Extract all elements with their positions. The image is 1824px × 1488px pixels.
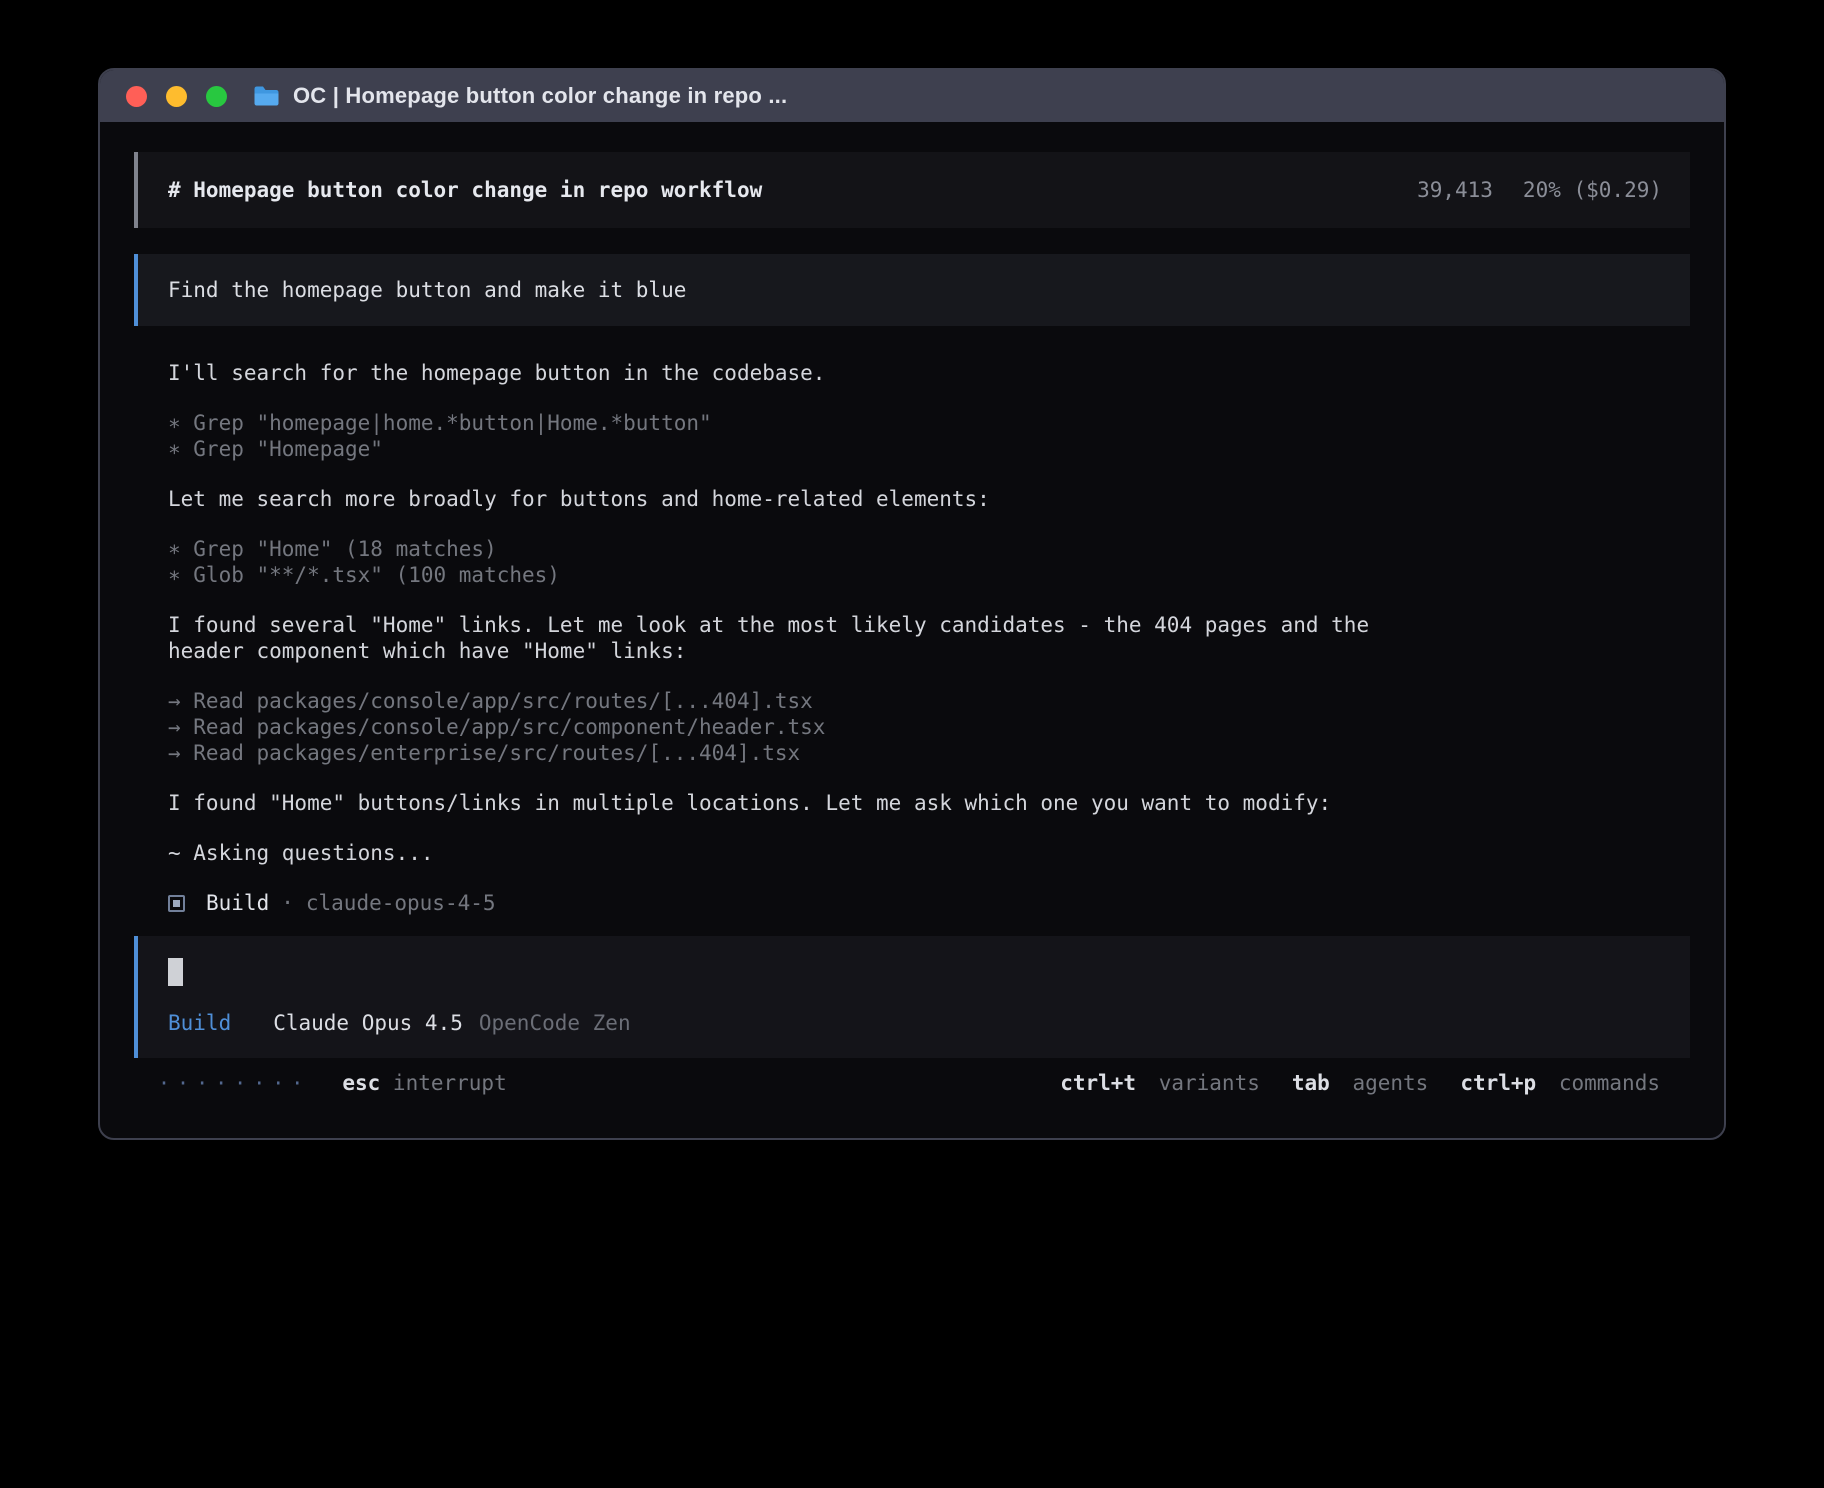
shortcut-commands: ctrl+p commands [1460,1070,1660,1096]
user-message: Find the homepage button and make it blu… [134,254,1690,326]
window-title: OC | Homepage button color change in rep… [293,83,787,109]
assistant-text-found-2: I found "Home" buttons/links in multiple… [168,790,1448,816]
agent-separator: · [281,890,294,916]
tool-call-grep-2: ∗ Grep "Homepage" [168,436,1690,462]
zoom-button[interactable] [206,86,227,107]
terminal-window: OC | Homepage button color change in rep… [98,68,1726,1140]
progress-dots: ········ [158,1070,310,1096]
session-title: # Homepage button color change in repo w… [168,177,762,203]
agents-label: agents [1352,1071,1428,1095]
model-name[interactable]: Claude Opus 4.5 [273,1010,463,1036]
input-area[interactable]: Build Claude Opus 4.5 OpenCode Zen [134,936,1690,1058]
status-bar: ········ esc interrupt ctrl+t variants t… [134,1070,1690,1096]
tool-call-read-2: → Read packages/console/app/src/componen… [168,714,1690,740]
tool-call-glob-1: ∗ Glob "**/*.tsx" (100 matches) [168,562,1690,588]
assistant-text-broad: Let me search more broadly for buttons a… [168,486,1448,512]
titlebar: OC | Homepage button color change in rep… [100,70,1724,122]
agent-model: claude-opus-4-5 [306,890,496,916]
context-usage: 20% ($0.29) [1523,177,1662,203]
esc-shortcut: esc interrupt [342,1070,506,1096]
commands-key: ctrl+p [1460,1071,1536,1095]
shortcut-agents: tab agents [1292,1070,1428,1096]
esc-key: esc [342,1071,380,1095]
assistant-text-found-1: I found several "Home" links. Let me loo… [168,612,1448,664]
mode-badge[interactable]: Build [168,1010,231,1036]
input-cursor[interactable] [168,958,183,986]
provider-name: OpenCode Zen [479,1010,631,1036]
session-stats: 39,413 20% ($0.29) [1417,177,1662,203]
terminal-content: # Homepage button color change in repo w… [100,122,1724,1096]
agents-key: tab [1292,1071,1330,1095]
assistant-text-intro: I'll search for the homepage button in t… [168,360,1448,386]
close-button[interactable] [126,86,147,107]
agent-status-row: Build · claude-opus-4-5 [168,890,1690,916]
agent-name: Build [206,890,269,916]
shortcut-variants: ctrl+t variants [1060,1070,1260,1096]
statusbar-left: ········ esc interrupt [158,1070,507,1096]
token-count: 39,413 [1417,177,1493,203]
variants-label: variants [1159,1071,1260,1095]
minimize-button[interactable] [166,86,187,107]
traffic-lights [126,86,227,107]
desktop: { "window": { "title": "OC | Homepage bu… [0,0,1824,1488]
commands-label: commands [1559,1071,1660,1095]
session-header: # Homepage button color change in repo w… [134,152,1690,228]
conversation: I'll search for the homepage button in t… [168,360,1690,916]
agent-build-icon [168,895,185,912]
tool-call-read-3: → Read packages/enterprise/src/routes/[.… [168,740,1690,766]
tool-call-read-1: → Read packages/console/app/src/routes/[… [168,688,1690,714]
asking-status: ~ Asking questions... [168,840,1448,866]
model-row: Build Claude Opus 4.5 OpenCode Zen [168,1010,1660,1036]
statusbar-right: ctrl+t variants tab agents ctrl+p comman… [1060,1070,1660,1096]
folder-icon [253,85,280,107]
variants-key: ctrl+t [1060,1071,1136,1095]
esc-label: interrupt [393,1071,507,1095]
tool-call-grep-3: ∗ Grep "Home" (18 matches) [168,536,1690,562]
tool-call-grep-1: ∗ Grep "homepage|home.*button|Home.*butt… [168,410,1690,436]
